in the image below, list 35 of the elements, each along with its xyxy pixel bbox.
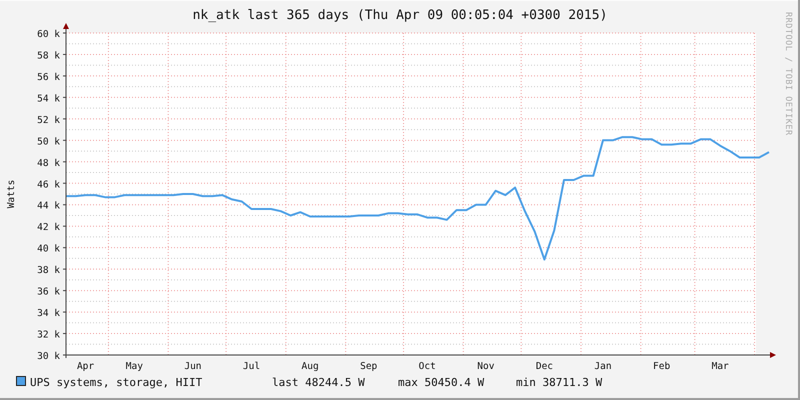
y-axis-title: Watts xyxy=(6,180,17,208)
y-tick-label: 56 k xyxy=(37,72,60,83)
y-tick-label: 60 k xyxy=(37,29,60,40)
x-tick-label: Jan xyxy=(594,361,612,372)
y-tick-label: 32 k xyxy=(37,330,60,341)
x-tick-label: Nov xyxy=(477,361,494,372)
x-tick-label: Apr xyxy=(76,361,94,372)
x-tick-label: Oct xyxy=(418,361,436,372)
y-tick-label: 38 k xyxy=(37,265,60,276)
x-tick-label: Dec xyxy=(536,361,554,372)
y-tick-label: 48 k xyxy=(37,158,60,169)
x-tick-label: Aug xyxy=(302,361,319,372)
y-tick-label: 44 k xyxy=(37,200,60,212)
x-tick-label: Jun xyxy=(184,361,202,372)
y-tick-label: 42 k xyxy=(37,222,60,234)
x-tick-label: Sep xyxy=(360,361,378,372)
chart-title: nk_atk last 365 days (Thu Apr 09 00:05:04 +0300 2015) xyxy=(192,8,608,23)
y-tick-label: 30 k xyxy=(37,351,60,362)
max-value: max 50450.4 W xyxy=(398,376,484,389)
y-tick-label: 46 k xyxy=(37,179,60,190)
x-tick-label: Feb xyxy=(653,361,670,372)
credit-text: RRDTOOL / TOBI OETIKER xyxy=(783,12,793,136)
x-tick-label: Jul xyxy=(242,361,260,372)
last-value: last 48244.5 W xyxy=(272,376,365,389)
legend-label: UPS systems, storage, HIIT xyxy=(30,376,202,389)
y-tick-label: 52 k xyxy=(37,114,60,126)
min-value: min 38711.3 W xyxy=(516,376,602,389)
x-tick-label: May xyxy=(126,361,143,372)
y-tick-label: 58 k xyxy=(37,50,60,62)
y-tick-label: 50 k xyxy=(37,136,60,148)
x-tick-label: Mar xyxy=(712,361,729,372)
y-tick-label: 40 k xyxy=(37,244,60,255)
y-tick-label: 36 k xyxy=(37,286,60,298)
y-tick-label: 34 k xyxy=(37,308,60,320)
y-tick-label: 54 k xyxy=(37,93,60,104)
